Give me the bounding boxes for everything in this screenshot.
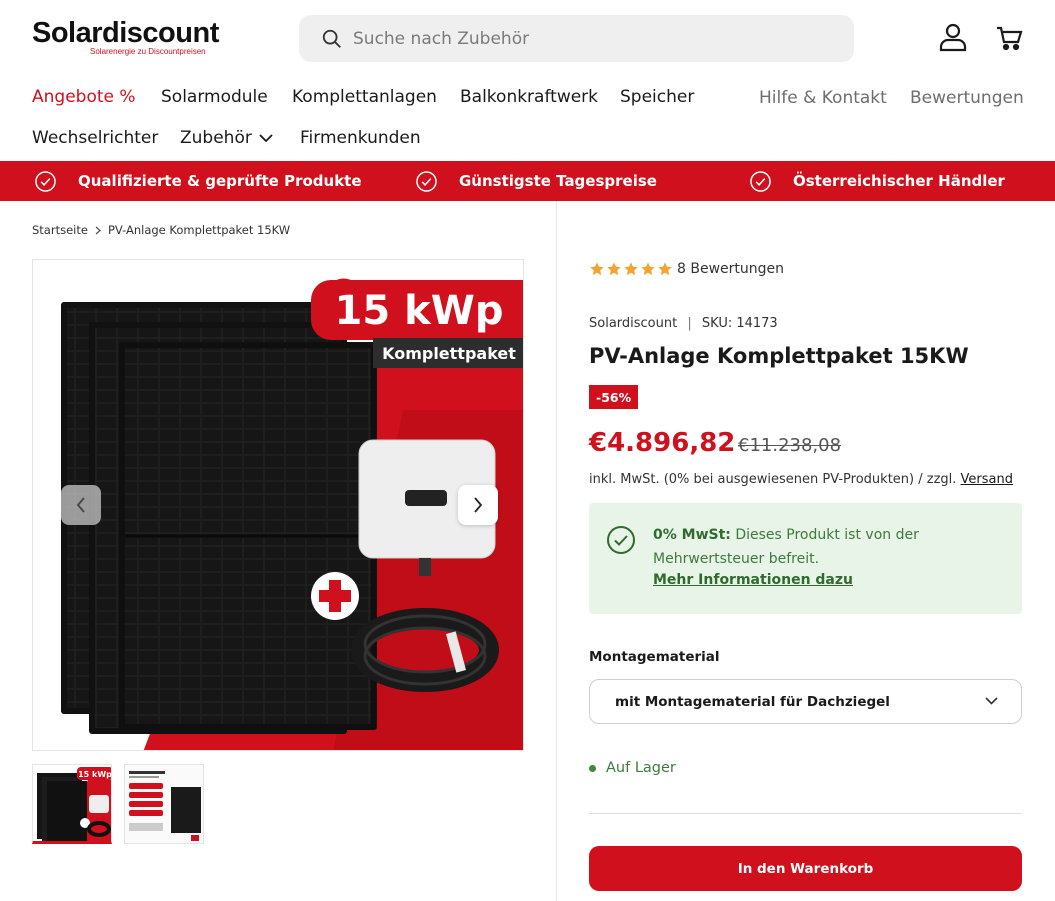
logo-tagline: Solarenergie zu Discountpreisen [90, 47, 206, 56]
thumb-badge-text: 15 kWp [78, 770, 112, 779]
usp-item: Qualifizierte & geprüfte Produkte [35, 161, 362, 201]
usp-bar: Qualifizierte & geprüfte Produkte Günsti… [0, 161, 1055, 201]
star-icon [607, 262, 621, 276]
select-value: mit Montagematerial für Dachziegel [615, 693, 890, 710]
nav-item-balkonkraftwerk[interactable]: Balkonkraftwerk [460, 87, 598, 107]
product-image-gallery[interactable]: 15 kWp Komplettpaket [32, 259, 524, 751]
search-icon [322, 29, 341, 48]
chevron-right-icon [474, 497, 483, 513]
sale-price: €4.896,82 [589, 428, 736, 458]
star-icon [590, 262, 604, 276]
star-icon [641, 262, 655, 276]
mounting-material-select[interactable]: mit Montagematerial für Dachziegel [589, 679, 1022, 724]
cart-icon[interactable] [996, 22, 1023, 52]
search-input[interactable] [353, 28, 833, 49]
review-count: 8 Bewertungen [677, 261, 785, 277]
product-rating[interactable]: 8 Bewertungen [589, 261, 784, 277]
nav-item-angebote[interactable]: Angebote % [32, 87, 136, 107]
nav-item-firmenkunden[interactable]: Firmenkunden [300, 128, 421, 148]
stock-label: Auf Lager [606, 760, 676, 776]
logo-wordmark: Solardiscount [32, 17, 219, 49]
check-circle-icon [750, 170, 771, 192]
vat-title: 0% MwSt: [653, 527, 731, 543]
usp-item: Günstigste Tagespreise [416, 161, 657, 201]
column-divider [556, 201, 557, 901]
nav-item-komplettanlagen[interactable]: Komplettanlagen [292, 87, 437, 107]
check-circle-icon [607, 526, 635, 554]
add-to-cart-button[interactable]: In den Warenkorb [589, 846, 1022, 891]
meta-separator: | [687, 316, 692, 331]
account-icon[interactable] [938, 22, 968, 52]
breadcrumb-home-link[interactable]: Startseite [32, 223, 88, 237]
check-circle-icon [416, 170, 437, 192]
rating-stars [589, 261, 673, 277]
breadcrumb: Startseite PV-Anlage Komplettpaket 15KW [32, 223, 290, 237]
thumbnail-image [125, 765, 203, 843]
badge-label-text: Komplettpaket [382, 344, 516, 363]
original-price: €11.238,08 [738, 435, 842, 456]
nav-item-bewertungen[interactable]: Bewertungen [910, 88, 1024, 108]
check-circle-icon [35, 170, 56, 192]
star-icon [624, 262, 638, 276]
chevron-left-icon [76, 497, 85, 513]
vendor-name: Solardiscount [589, 316, 678, 331]
nav-item-hilfe-kontakt[interactable]: Hilfe & Kontakt [759, 88, 887, 108]
nav-item-zubehoer[interactable]: Zubehör [180, 128, 252, 148]
breadcrumb-current: PV-Anlage Komplettpaket 15KW [107, 223, 291, 237]
gallery-prev-button[interactable] [61, 485, 101, 525]
usp-item: Österreichischer Händler [750, 161, 1005, 201]
thumbnail-image: 15 kWp [37, 767, 112, 841]
tax-note: inkl. MwSt. (0% bei ausgewiesenen PV-Pro… [589, 472, 1013, 487]
gallery-thumbnail[interactable]: 15 kWp [32, 764, 112, 844]
nav-item-wechselrichter[interactable]: Wechselrichter [32, 128, 158, 148]
product-image: 15 kWp Komplettpaket [61, 278, 523, 750]
product-sku: SKU: 14173 [701, 316, 778, 331]
discount-badge: -56% [589, 385, 639, 409]
nav-item-zubehoer-label: Zubehör [180, 128, 252, 148]
product-meta: Solardiscount | SKU: 14173 [589, 316, 778, 331]
vat-more-info-link[interactable]: Mehr Informationen dazu [653, 572, 853, 588]
divider [589, 813, 1022, 814]
vat-info-text: 0% MwSt: Dieses Produkt ist von der Mehr… [653, 523, 993, 571]
logo[interactable]: Solardiscount Solarenergie zu Discountpr… [32, 17, 219, 56]
stock-status: Auf Lager [589, 760, 676, 776]
gallery-next-button[interactable] [458, 485, 498, 525]
tax-text: inkl. MwSt. (0% bei ausgewiesenen PV-Pro… [589, 472, 957, 487]
nav-item-solarmodule[interactable]: Solarmodule [161, 87, 268, 107]
chevron-down-icon [259, 134, 273, 143]
option-label: Montagematerial [589, 649, 720, 665]
badge-power-text: 15 kWp [335, 288, 504, 334]
nav-item-speicher[interactable]: Speicher [620, 87, 694, 107]
chevron-right-icon [95, 226, 101, 234]
usp-label: Günstigste Tagespreise [459, 172, 657, 190]
search-bar[interactable] [299, 15, 854, 62]
shipping-link[interactable]: Versand [961, 472, 1013, 487]
vat-info-box: 0% MwSt: Dieses Produkt ist von der Mehr… [589, 503, 1022, 614]
in-stock-dot [589, 764, 596, 772]
usp-label: Österreichischer Händler [793, 172, 1005, 190]
star-icon [658, 262, 672, 276]
product-title: PV-Anlage Komplettpaket 15KW [589, 344, 969, 368]
usp-label: Qualifizierte & geprüfte Produkte [78, 172, 362, 190]
chevron-down-icon [985, 697, 998, 705]
gallery-thumbnail[interactable] [124, 764, 204, 844]
